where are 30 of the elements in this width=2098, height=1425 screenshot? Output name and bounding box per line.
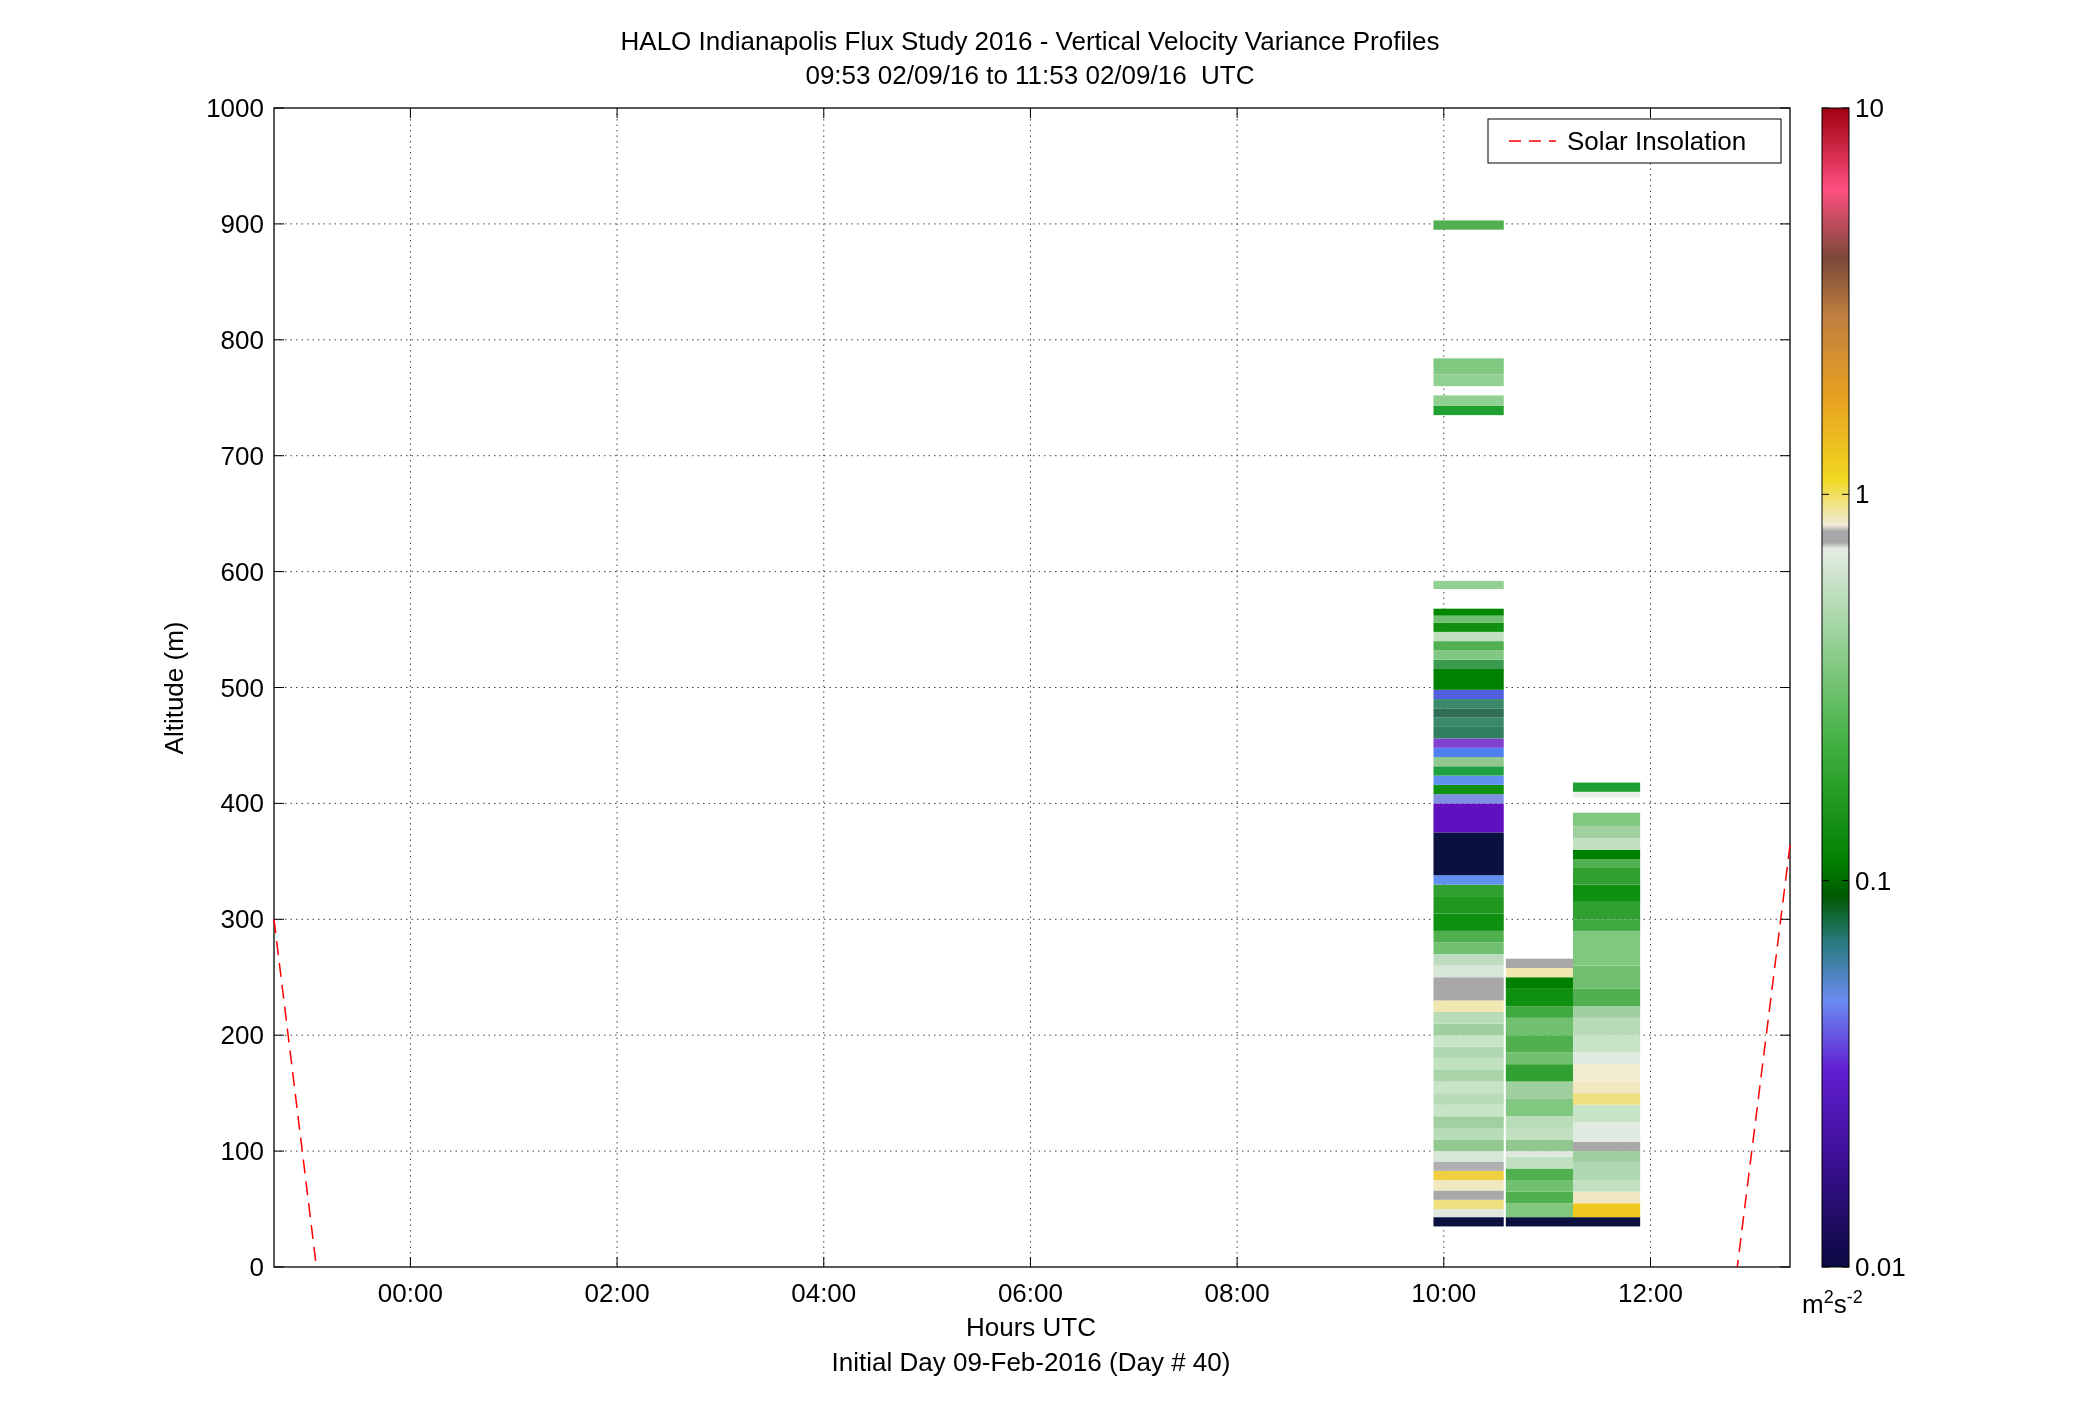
legend-label: Solar Insolation xyxy=(1567,126,1747,156)
x-tick-label: 10:00 xyxy=(1411,1278,1477,1308)
y-tick-label: 400 xyxy=(220,788,264,819)
y-tick-label: 100 xyxy=(220,1136,264,1167)
colorbar-tick-label: 10 xyxy=(1855,93,1884,123)
chart-title: HALO Indianapolis Flux Study 2016 - Vertical Velocity Variance Profiles xyxy=(620,26,1440,56)
y-tick-label: 800 xyxy=(220,324,264,355)
y-tick-label: 0 xyxy=(249,1252,264,1282)
y-tick-label: 900 xyxy=(220,208,264,239)
x-tick-label: 04:00 xyxy=(791,1278,857,1308)
y-axis-label: Altitude (m) xyxy=(159,621,189,755)
legend-line-icon xyxy=(1508,140,1557,142)
colorbar-tick-label: 0.1 xyxy=(1855,865,1892,896)
y-tick-label: 300 xyxy=(220,904,264,935)
x-tick-label: 00:00 xyxy=(377,1278,443,1308)
x-tick-label: 06:00 xyxy=(997,1278,1063,1308)
x-tick-label: 02:00 xyxy=(584,1278,650,1308)
colorbar-unit-label: m$^{2}$s$^{-2}$ xyxy=(1802,1288,1863,1317)
x-tick-label: 08:00 xyxy=(1204,1278,1270,1308)
y-tick-label: 600 xyxy=(220,556,264,587)
y-tick-label: 500 xyxy=(220,672,264,703)
chart-note: Initial Day 09-Feb-2016 (Day # 40) xyxy=(831,1347,1231,1377)
chart-subtitle: 09:53 02/09/16 to 11:53 02/09/16 UTC xyxy=(805,60,1255,90)
y-tick-label: 700 xyxy=(220,440,264,471)
colorbar-tick-label: 0.01 xyxy=(1855,1252,1906,1282)
y-tick-label: 200 xyxy=(220,1020,264,1051)
x-axis-label: Hours UTC xyxy=(966,1312,1096,1342)
colorbar-tick-label: 1 xyxy=(1855,479,1870,510)
y-tick-label: 1000 xyxy=(206,93,264,123)
x-tick-label: 12:00 xyxy=(1617,1278,1684,1308)
